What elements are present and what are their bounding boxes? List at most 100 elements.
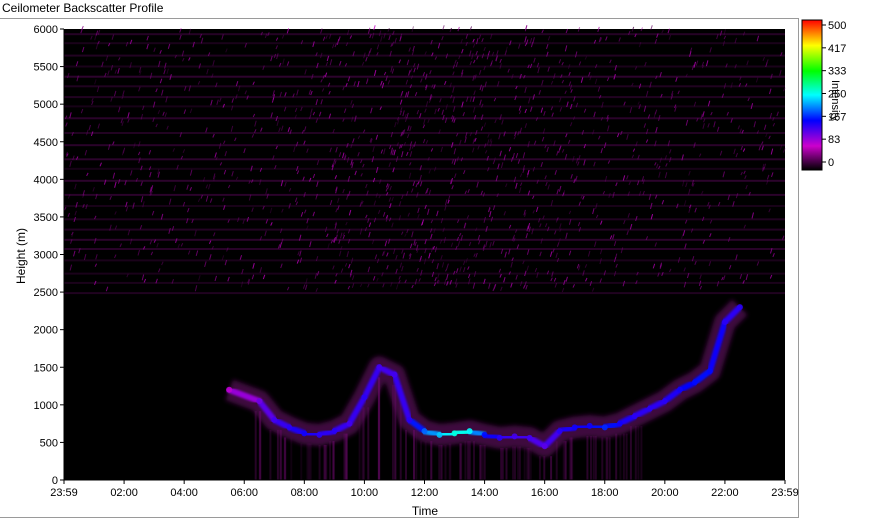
precip-streak — [276, 429, 279, 480]
precip-streak — [622, 433, 625, 480]
precip-streak — [601, 437, 604, 480]
y-tick-label: 2000 — [34, 325, 58, 337]
precip-streak — [555, 441, 558, 480]
precip-streak — [514, 446, 516, 480]
precip-streak — [290, 437, 293, 480]
precip-streak — [543, 456, 546, 480]
noise-band — [64, 33, 785, 36]
x-tick-label: 02:00 — [110, 487, 138, 499]
precip-streak — [501, 447, 504, 480]
noise-band — [64, 281, 785, 284]
noise-band — [64, 54, 785, 57]
precip-streak — [405, 429, 407, 480]
precip-streak — [449, 443, 452, 480]
cloud-point — [556, 428, 563, 435]
noise-band — [64, 65, 785, 68]
noise-band — [64, 218, 785, 221]
precip-streak — [318, 444, 321, 480]
precip-streak — [258, 411, 261, 480]
precip-streak — [527, 447, 530, 480]
colorbar-tick-label: 500 — [828, 20, 846, 32]
precip-streak — [361, 407, 364, 480]
precip-streak — [538, 456, 541, 480]
noise-band — [64, 272, 785, 275]
noise-band — [64, 259, 785, 262]
precip-streak — [517, 446, 520, 480]
cloud-point — [691, 379, 698, 386]
cloud-point — [526, 434, 533, 441]
precip-streak — [637, 426, 640, 480]
noise-band — [64, 96, 785, 99]
x-tick-label: 04:00 — [170, 487, 198, 499]
x-tick-label: 22:00 — [711, 487, 739, 499]
noise-band — [64, 193, 785, 196]
cloud-point — [271, 416, 278, 423]
precip-streak — [415, 429, 418, 480]
noise-band — [64, 85, 785, 88]
precip-streak — [505, 447, 508, 480]
colorbar-tick-label: 333 — [828, 66, 846, 78]
colorbar-label: Intensity — [829, 80, 841, 121]
y-tick-label: 3000 — [34, 250, 58, 262]
noise-band — [64, 105, 785, 108]
precip-streak — [634, 426, 637, 480]
noise-band — [64, 248, 785, 250]
precip-streak — [629, 426, 632, 480]
cloud-point — [706, 368, 713, 374]
cloud-point — [406, 416, 413, 423]
precip-streak — [323, 444, 326, 480]
cloud-point — [601, 424, 608, 431]
precip-streak — [590, 435, 592, 480]
noise-band — [64, 42, 785, 45]
cloud-point — [646, 405, 653, 412]
precip-streak — [586, 435, 589, 480]
noise-band — [64, 292, 785, 295]
cloud-point — [346, 420, 353, 427]
precip-streak — [413, 429, 415, 480]
cloud-point — [331, 428, 338, 435]
x-tick-label: 12:00 — [411, 487, 439, 499]
noise-band — [64, 75, 785, 78]
noise-band — [64, 179, 785, 182]
precip-streak — [564, 441, 567, 480]
precip-streak — [430, 441, 433, 480]
precip-streak — [483, 444, 486, 480]
chart-window: Ceilometer Backscatter Profile 0 500 1000 1… — [0, 0, 872, 519]
precip-streak — [308, 443, 311, 480]
cloud-point — [451, 430, 458, 437]
x-tick-label: 14:00 — [471, 487, 499, 499]
y-tick-label: 5000 — [34, 99, 58, 111]
precip-streak — [608, 437, 611, 480]
y-tick-label: 500 — [40, 437, 58, 449]
precip-streak — [325, 444, 328, 480]
colorbar-tick-label: 417 — [828, 43, 846, 55]
precip-streak — [300, 443, 303, 480]
cloud-point — [256, 398, 263, 405]
noise-band — [64, 144, 785, 147]
precip-streak — [479, 444, 482, 480]
cloud-point — [481, 431, 488, 438]
y-axis-label: Height (m) — [14, 227, 28, 284]
cloud-point — [571, 424, 578, 431]
cloud-point — [466, 428, 473, 435]
cloud-point — [511, 433, 518, 440]
cloud-point — [496, 434, 503, 441]
x-axis: 23:59 02:00 04:00 06:00 08:00 10:00 12:00 14:00… — [50, 479, 799, 499]
precip-streak — [523, 447, 526, 480]
y-tick-label: 6000 — [34, 24, 58, 36]
noise-band — [64, 158, 785, 161]
cloud-point — [541, 443, 548, 450]
y-axis: 0 500 1000 1500 2000 2500 3000 3500 4000 4500 5000… — [34, 24, 65, 487]
x-tick-label: 20:00 — [651, 487, 679, 499]
y-tick-label: 4500 — [34, 137, 58, 149]
noise-band — [64, 132, 785, 134]
cloud-point — [421, 428, 428, 435]
precip-streak — [254, 411, 257, 480]
cloud-point — [226, 386, 233, 393]
precip-streak — [283, 437, 286, 480]
x-tick-label: 18:00 — [591, 487, 619, 499]
precip-streak — [424, 441, 427, 480]
precip-streak — [562, 441, 565, 480]
cloud-point — [436, 431, 443, 438]
precip-streak — [269, 429, 272, 480]
